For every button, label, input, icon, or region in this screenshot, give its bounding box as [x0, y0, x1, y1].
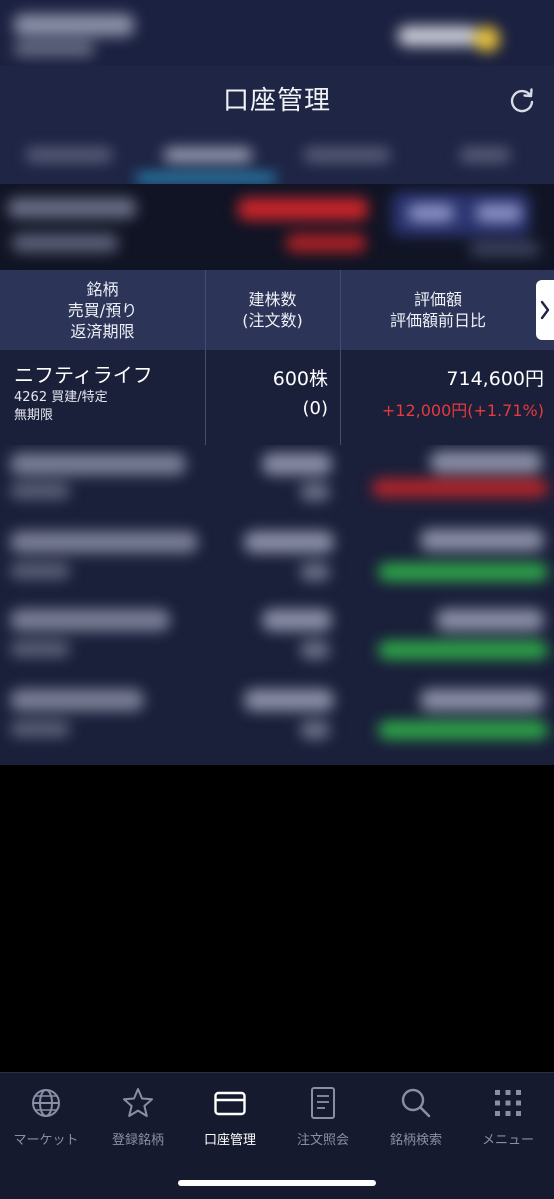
column-header-symbol: 銘柄 売買/預り 返済期限: [0, 270, 205, 350]
nav-item-search[interactable]: 銘柄検索: [370, 1073, 462, 1153]
column-header-line: 評価額前日比: [389, 311, 486, 330]
column-divider: [205, 270, 206, 350]
nav-label: 口座管理: [203, 1133, 256, 1148]
star-icon: [123, 1088, 153, 1117]
nav-item-menu[interactable]: メニュー: [462, 1073, 554, 1153]
position-quantity: 600株: [272, 368, 328, 390]
nav-item-watchlist[interactable]: 登録銘柄: [92, 1073, 184, 1153]
column-header-line: 銘柄: [86, 279, 119, 299]
column-divider: [340, 270, 341, 350]
card-icon: [214, 1091, 246, 1116]
stock-code-type: 4262 買建/特定: [14, 390, 108, 405]
column-header-line: 売買/預り: [67, 300, 138, 320]
page-title: 口座管理: [222, 86, 331, 116]
nav-item-market[interactable]: マーケット: [0, 1073, 92, 1153]
column-header-line: 返済期限: [70, 321, 135, 341]
repayment-deadline: 無期限: [14, 408, 54, 423]
column-divider: [205, 350, 206, 445]
grid-icon: [495, 1090, 521, 1116]
app-header: 口座管理: [0, 66, 554, 128]
column-header-line: 評価額: [413, 290, 462, 309]
nav-label: メニュー: [481, 1133, 534, 1148]
table-header: 銘柄 売買/預り 返済期限 建株数 (注文数) 評価額 評価額前日比: [0, 270, 554, 350]
nav-label: マーケット: [13, 1133, 79, 1148]
tab-bar[interactable]: [0, 128, 554, 184]
valuation-amount: 714,600円: [446, 368, 544, 390]
column-header-valuation: 評価額 評価額前日比: [340, 270, 536, 350]
table-row[interactable]: ニフティライフ 4262 買建/特定 無期限 600株 (0) 714,600円…: [0, 350, 554, 445]
column-header-line: (注文数): [242, 311, 303, 330]
account-summary: [0, 184, 554, 270]
valuation-change: +12,000円(+1.71%): [381, 401, 544, 420]
scroll-right-button[interactable]: [536, 280, 554, 340]
column-header-line: 建株数: [248, 290, 297, 309]
blurred-rows: [0, 445, 554, 765]
chevron-right-icon: [540, 300, 550, 320]
column-divider: [340, 350, 341, 445]
search-icon: [401, 1088, 431, 1118]
order-quantity: (0): [302, 398, 329, 419]
nav-label: 銘柄検索: [389, 1133, 442, 1148]
nav-item-orders[interactable]: 注文照会: [277, 1073, 369, 1153]
globe-icon: [32, 1089, 60, 1117]
home-indicator[interactable]: [178, 1180, 376, 1186]
stock-name: ニフティライフ: [14, 363, 153, 387]
nav-item-account[interactable]: 口座管理: [184, 1073, 276, 1153]
refresh-icon[interactable]: [508, 86, 536, 114]
nav-label: 注文照会: [296, 1133, 349, 1148]
status-bar: [0, 0, 554, 66]
nav-label: 登録銘柄: [111, 1133, 164, 1148]
column-header-quantity: 建株数 (注文数): [205, 270, 340, 350]
document-icon: [311, 1087, 335, 1119]
